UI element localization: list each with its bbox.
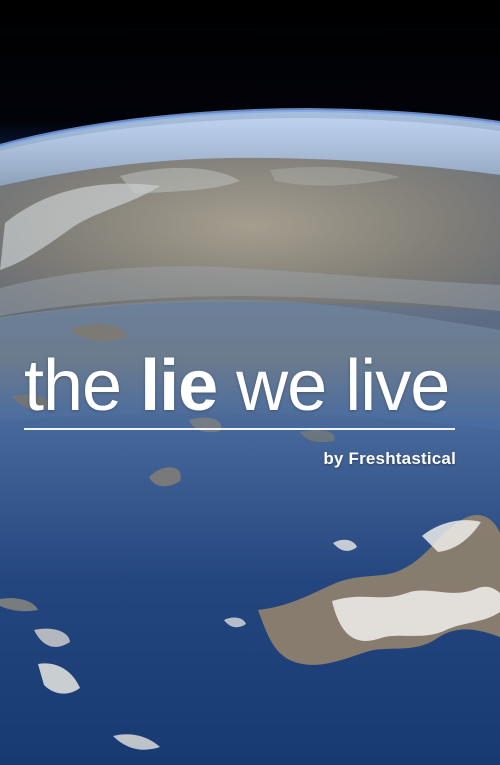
title-part-we-live: we live [217, 346, 450, 426]
poster-byline: by Freshtastical [323, 449, 456, 468]
movie-poster: the lie we live by Freshtastical [0, 0, 500, 765]
title-emphasis-lie: lie [140, 346, 218, 426]
poster-title: the lie we live [24, 344, 464, 428]
title-part-the: the [24, 346, 141, 426]
title-divider [24, 428, 455, 430]
